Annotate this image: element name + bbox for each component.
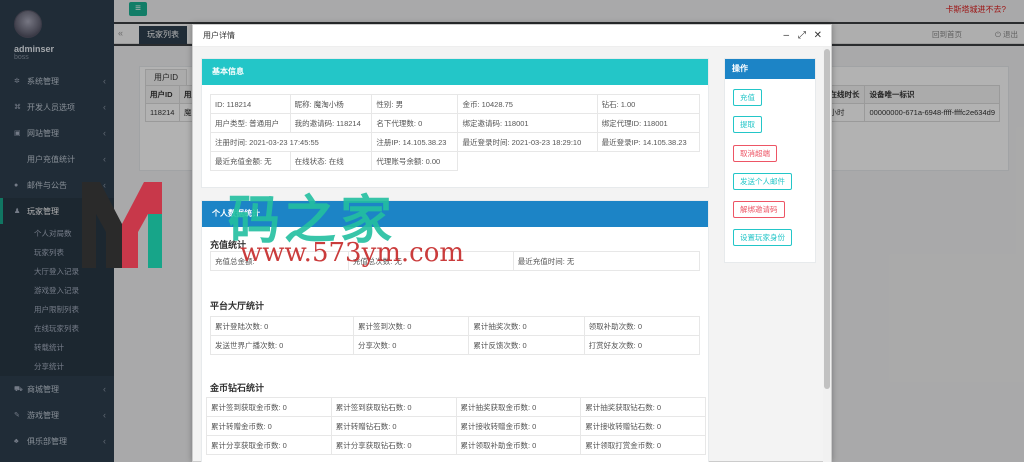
info-cell: 注册时间: 2021-03-23 17:45:55 (209, 132, 373, 152)
info-cell: 钻石: 1.00 (596, 94, 701, 114)
hall-stats-title: 平台大厅统计 (210, 301, 265, 311)
stats-row: 累计分享获取金币数: 0 累计分享获取钻石数: 0 累计领取补助金币数: 0 累… (206, 435, 706, 455)
stats-cell: 累计分享获取金币数: 0 (206, 435, 332, 455)
hall-stats-grid: 累计登陆次数: 0 累计签到次数: 0 累计抽奖次数: 0 领取补助次数: 0 … (209, 316, 701, 355)
stats-cell: 累计抽奖获取钻石数: 0 (580, 397, 706, 417)
stats-row: 发送世界广播次数: 0 分享次数: 0 累计反馈次数: 0 打赏好友次数: 0 (209, 335, 701, 355)
minimize-icon[interactable]: – (783, 25, 789, 47)
info-row: 最近充值金额: 无 在线状态: 在线 代理账号余额: 0.00 (210, 151, 700, 171)
empty-cell (458, 152, 597, 171)
info-cell: 最近充值金额: 无 (210, 151, 291, 171)
watermark-url: www.573ym.com (240, 238, 465, 268)
unbind-invite-button[interactable]: 解绑邀请码 (733, 201, 785, 218)
stats-cell: 累计分享获取钻石数: 0 (330, 435, 457, 455)
info-row: 用户类型: 普通用户 我的邀请码: 118214 名下代理数: 0 绑定邀请码:… (210, 113, 701, 133)
stats-cell: 累计登陆次数: 0 (209, 316, 355, 336)
stats-cell: 累计转赠金币数: 0 (206, 416, 332, 436)
info-cell: 代理账号余额: 0.00 (371, 151, 459, 171)
stats-cell: 累计领取打赏金币数: 0 (580, 435, 706, 455)
info-cell: 绑定代理ID: 118001 (596, 113, 701, 133)
info-cell: 用户类型: 普通用户 (210, 113, 291, 133)
close-icon[interactable]: ✕ (814, 25, 822, 47)
stats-row: 累计登陆次数: 0 累计签到次数: 0 累计抽奖次数: 0 领取补助次数: 0 (209, 316, 701, 336)
stats-cell: 累计接收转赠金币数: 0 (455, 416, 582, 436)
modal-scrollbar[interactable] (823, 47, 831, 462)
stats-cell: 打赏好友次数: 0 (583, 335, 701, 355)
info-cell: 注册IP: 14.105.38.23 (371, 132, 459, 152)
info-cell: 最近登录IP: 14.105.38.23 (596, 132, 701, 152)
info-row: ID: 118214 昵称: 魔淘小杨 性别: 男 金币: 10428.75 钻… (210, 94, 701, 114)
empty-cell (597, 152, 699, 171)
info-cell: ID: 118214 (210, 94, 291, 114)
actions-panel: 操作 充值 提取 取消超端 发送个人邮件 解绑邀请码 设置玩家身份 (724, 58, 816, 263)
basic-info-panel: 基本信息 ID: 118214 昵称: 魔淘小杨 性别: 男 金币: 10428… (201, 58, 709, 188)
info-cell: 最近登录时间: 2021-03-23 18:29:10 (457, 132, 598, 152)
stats-cell: 累计领取补助金币数: 0 (455, 435, 582, 455)
stats-cell: 累计签到次数: 0 (353, 316, 470, 336)
stats-cell: 累计接收转赠钻石数: 0 (580, 416, 706, 436)
basic-info-heading: 基本信息 (202, 59, 708, 85)
scrollbar-thumb[interactable] (824, 49, 830, 389)
stats-cell: 累计反馈次数: 0 (468, 335, 585, 355)
coin-stats-grid: 累计签到获取金币数: 0 累计签到获取钻石数: 0 累计抽奖获取金币数: 0 累… (206, 397, 706, 455)
coin-stats-title: 金币钻石统计 (210, 383, 265, 393)
stats-cell: 累计签到获取钻石数: 0 (330, 397, 457, 417)
stats-cell: 累计抽奖获取金币数: 0 (455, 397, 582, 417)
info-row: 注册时间: 2021-03-23 17:45:55 注册IP: 14.105.3… (209, 132, 701, 152)
info-cell: 绑定邀请码: 118001 (457, 113, 598, 133)
modal-title-bar: 用户详情 – ⤢ ✕ (193, 25, 831, 47)
stats-cell: 发送世界广播次数: 0 (209, 335, 355, 355)
stats-cell: 累计签到获取金币数: 0 (206, 397, 332, 417)
cancel-super-button[interactable]: 取消超端 (733, 145, 777, 162)
maximize-icon[interactable]: ⤢ (798, 25, 806, 47)
stats-row: 累计转赠金币数: 0 累计转赠钻石数: 0 累计接收转赠金币数: 0 累计接收转… (206, 416, 706, 436)
stats-cell: 领取补助次数: 0 (583, 316, 701, 336)
info-cell: 性别: 男 (371, 94, 459, 114)
modal-title: 用户详情 (203, 31, 235, 40)
info-cell: 我的邀请码: 118214 (289, 113, 373, 133)
recharge-button[interactable]: 充值 (733, 89, 762, 106)
stats-cell: 累计抽奖次数: 0 (468, 316, 585, 336)
stats-cell: 最近充值时间: 无 (512, 251, 701, 271)
info-cell: 在线状态: 在线 (289, 151, 373, 171)
send-mail-button[interactable]: 发送个人邮件 (733, 173, 792, 190)
actions-heading: 操作 (725, 59, 815, 79)
watermark-logo (82, 182, 162, 268)
stats-cell: 分享次数: 0 (353, 335, 470, 355)
stats-row: 累计签到获取金币数: 0 累计签到获取钻石数: 0 累计抽奖获取金币数: 0 累… (206, 397, 706, 417)
withdraw-button[interactable]: 提取 (733, 116, 762, 133)
basic-info-grid: ID: 118214 昵称: 魔淘小杨 性别: 男 金币: 10428.75 钻… (209, 94, 701, 171)
set-identity-button[interactable]: 设置玩家身份 (733, 229, 792, 246)
info-cell: 名下代理数: 0 (371, 113, 459, 133)
stats-cell: 累计转赠钻石数: 0 (330, 416, 457, 436)
info-cell: 昵称: 魔淘小杨 (289, 94, 373, 114)
info-cell: 金币: 10428.75 (457, 94, 598, 114)
